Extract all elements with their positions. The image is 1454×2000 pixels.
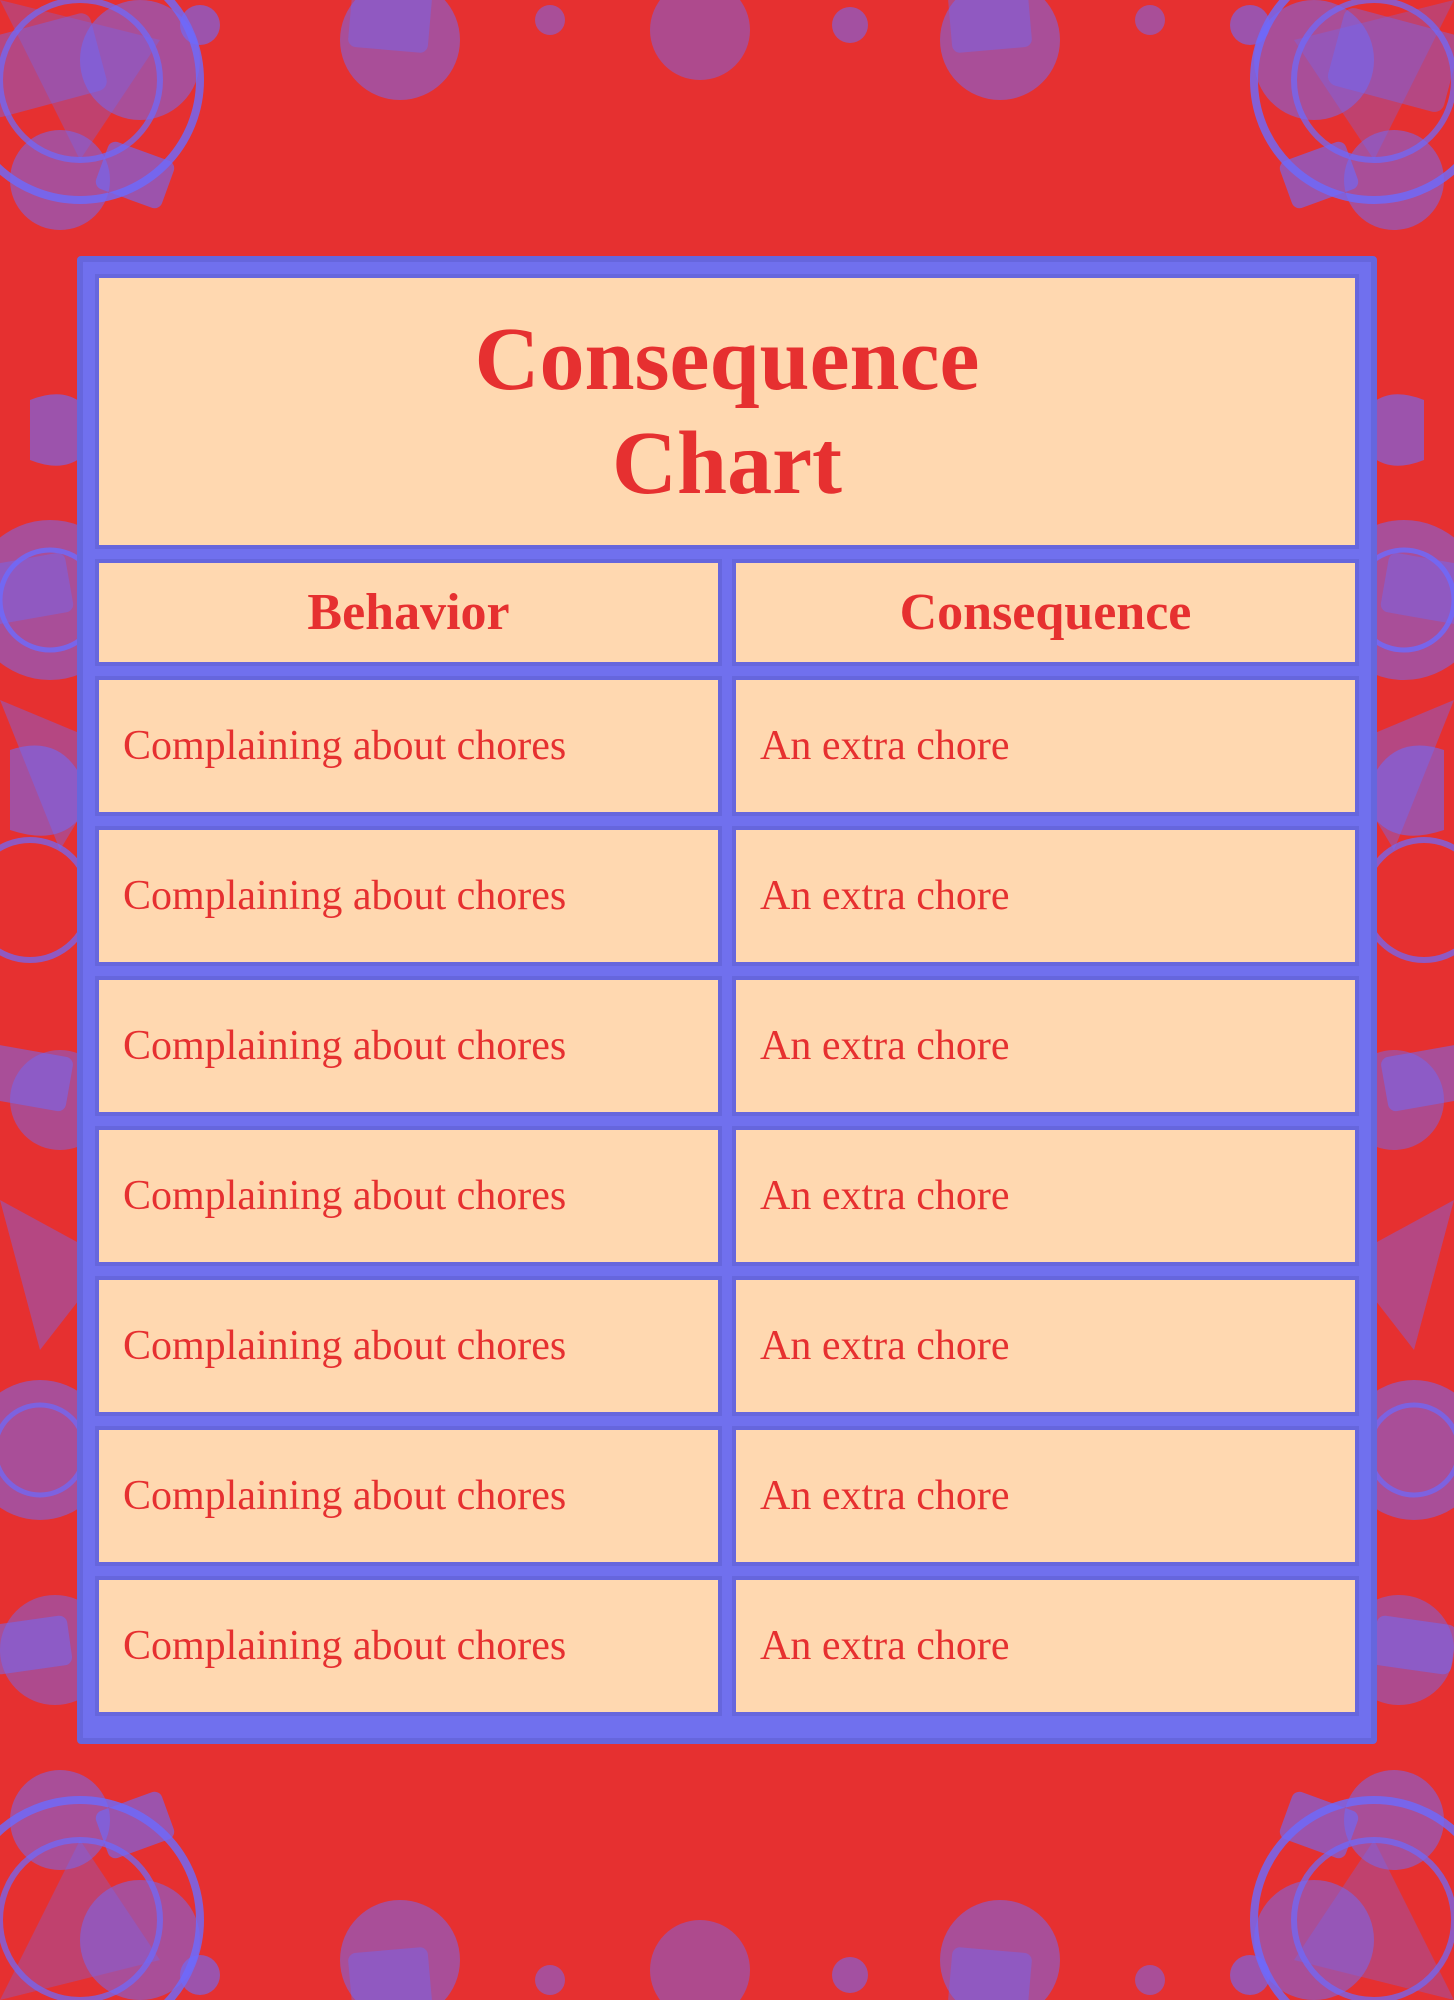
- behavior-cell: Complaining about chores: [95, 1576, 722, 1716]
- consequence-cell: An extra chore: [732, 1426, 1359, 1566]
- consequence-header-label: Consequence: [900, 584, 1192, 641]
- title-line2: Chart: [612, 414, 842, 513]
- behavior-cell: Complaining about chores: [95, 1276, 722, 1416]
- data-rows-container: Complaining about choresAn extra choreCo…: [95, 676, 1359, 1716]
- consequence-text: An extra chore: [760, 1019, 1010, 1074]
- table-row: Complaining about chores An extra chore: [95, 976, 1359, 1116]
- chart-title: Consequence Chart: [119, 308, 1335, 515]
- title-line1: Consequence: [474, 310, 979, 409]
- behavior-text: Complaining about chores: [123, 1169, 566, 1224]
- page-wrapper: Consequence Chart Behavior Consequence C…: [0, 0, 1454, 2000]
- consequence-text: An extra chore: [760, 1319, 1010, 1374]
- header-row: Behavior Consequence: [95, 559, 1359, 666]
- table-row: Complaining about chores An extra chore: [95, 1426, 1359, 1566]
- consequence-cell: An extra chore: [732, 676, 1359, 816]
- behavior-text: Complaining about chores: [123, 1619, 566, 1674]
- consequence-cell: An extra chore: [732, 1576, 1359, 1716]
- consequence-cell: An extra chore: [732, 826, 1359, 966]
- behavior-header-label: Behavior: [307, 584, 509, 641]
- table-row: Complaining about chores An extra chore: [95, 1126, 1359, 1266]
- consequence-cell: An extra chore: [732, 1276, 1359, 1416]
- behavior-cell: Complaining about chores: [95, 1126, 722, 1266]
- consequence-cell: An extra chore: [732, 976, 1359, 1116]
- consequence-cell: An extra chore: [732, 1126, 1359, 1266]
- consequence-text: An extra chore: [760, 1619, 1010, 1674]
- behavior-cell: Complaining about chores: [95, 676, 722, 816]
- title-box: Consequence Chart: [95, 274, 1359, 549]
- consequence-text: An extra chore: [760, 719, 1010, 774]
- inner-content: Consequence Chart Behavior Consequence C…: [95, 274, 1359, 1716]
- table-row: Complaining about chores An extra chore: [95, 826, 1359, 966]
- consequence-text: An extra chore: [760, 869, 1010, 924]
- behavior-text: Complaining about chores: [123, 869, 566, 924]
- behavior-cell: Complaining about chores: [95, 1426, 722, 1566]
- behavior-text: Complaining about chores: [123, 1019, 566, 1074]
- consequence-text: An extra chore: [760, 1169, 1010, 1224]
- consequence-text: An extra chore: [760, 1469, 1010, 1524]
- behavior-text: Complaining about chores: [123, 1469, 566, 1524]
- table-row: Complaining about chores An extra chore: [95, 1576, 1359, 1716]
- table-row: Complaining about chores An extra chore: [95, 676, 1359, 816]
- behavior-text: Complaining about chores: [123, 719, 566, 774]
- table-row: Complaining about chores An extra chore: [95, 1276, 1359, 1416]
- consequence-header: Consequence: [732, 559, 1359, 666]
- behavior-text: Complaining about chores: [123, 1319, 566, 1374]
- behavior-cell: Complaining about chores: [95, 976, 722, 1116]
- main-content: Consequence Chart Behavior Consequence C…: [77, 256, 1377, 1744]
- behavior-cell: Complaining about chores: [95, 826, 722, 966]
- behavior-header: Behavior: [95, 559, 722, 666]
